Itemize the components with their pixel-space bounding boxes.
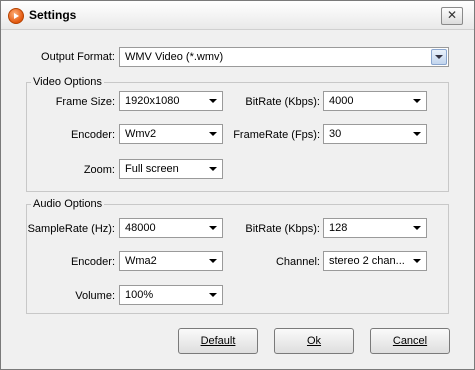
chevron-down-icon[interactable] (431, 49, 447, 65)
chevron-down-icon[interactable] (205, 220, 221, 236)
chevron-down-icon[interactable] (205, 126, 221, 142)
audio-encoder-value: Wma2 (125, 255, 157, 267)
ok-button-label: Ok (306, 335, 322, 347)
audio-encoder-select[interactable]: Wma2 (119, 251, 223, 271)
output-format-label: Output Format: (41, 51, 115, 63)
frame-rate-value: 30 (329, 128, 342, 140)
settings-dialog: Settings ✕ Output Format: WMV Video (*.w… (0, 0, 475, 370)
audio-bitrate-label: BitRate (Kbps): (245, 223, 320, 235)
channel-label: Channel: (275, 256, 320, 268)
sample-rate-select[interactable]: 48000 (119, 218, 223, 238)
chevron-down-icon[interactable] (205, 93, 221, 109)
zoom-label: Zoom: (83, 164, 115, 176)
audio-bitrate-select[interactable]: 128 (323, 218, 427, 238)
volume-value: 100% (125, 289, 154, 301)
chevron-down-icon[interactable] (409, 253, 425, 269)
default-button-label: Default (200, 335, 236, 347)
chevron-down-icon[interactable] (205, 161, 221, 177)
frame-rate-select[interactable]: 30 (323, 124, 427, 144)
zoom-select[interactable]: Full screen (119, 159, 223, 179)
video-bitrate-value: 4000 (329, 95, 354, 107)
volume-select[interactable]: 100% (119, 285, 223, 305)
zoom-value: Full screen (125, 163, 179, 175)
video-encoder-value: Wmv2 (125, 128, 157, 140)
window-title: Settings (29, 8, 77, 22)
audio-encoder-label: Encoder: (70, 256, 115, 268)
video-encoder-label: Encoder: (70, 129, 115, 141)
frame-size-label: Frame Size: (55, 96, 115, 108)
channel-value: stereo 2 chan... (329, 255, 405, 267)
output-format-value: WMV Video (*.wmv) (125, 51, 224, 63)
title-bar: Settings ✕ (1, 1, 474, 30)
frame-rate-label: FrameRate (Fps): (233, 129, 320, 141)
chevron-down-icon[interactable] (205, 253, 221, 269)
default-button[interactable]: Default (178, 328, 258, 354)
chevron-down-icon[interactable] (409, 93, 425, 109)
frame-size-value: 1920x1080 (125, 95, 180, 107)
close-button[interactable]: ✕ (441, 7, 463, 25)
chevron-down-icon[interactable] (205, 287, 221, 303)
ok-button[interactable]: Ok (274, 328, 354, 354)
video-bitrate-select[interactable]: 4000 (323, 91, 427, 111)
video-encoder-select[interactable]: Wmv2 (119, 124, 223, 144)
video-bitrate-label: BitRate (Kbps): (245, 96, 320, 108)
cancel-button-label: Cancel (392, 335, 428, 347)
chevron-down-icon[interactable] (409, 220, 425, 236)
volume-label: Volume: (75, 290, 115, 302)
frame-size-select[interactable]: 1920x1080 (119, 91, 223, 111)
audio-bitrate-value: 128 (329, 222, 348, 234)
chevron-down-icon[interactable] (409, 126, 425, 142)
sample-rate-value: 48000 (125, 222, 156, 234)
sample-rate-label: SampleRate (Hz): (27, 223, 115, 235)
channel-select[interactable]: stereo 2 chan... (323, 251, 427, 271)
video-options-title: Video Options (31, 76, 104, 88)
app-play-icon (8, 8, 24, 24)
cancel-button[interactable]: Cancel (370, 328, 450, 354)
close-icon: ✕ (446, 8, 458, 22)
output-format-select[interactable]: WMV Video (*.wmv) (119, 47, 449, 67)
audio-options-title: Audio Options (31, 198, 105, 210)
